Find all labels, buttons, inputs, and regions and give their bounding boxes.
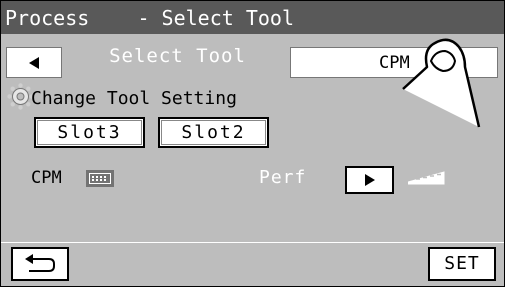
tab-select-tool[interactable]: Select Tool — [71, 34, 284, 80]
perforation-icon — [408, 171, 445, 185]
gear-icon — [7, 83, 34, 110]
perf-label: Perf — [259, 167, 307, 188]
cpm-label: CPM — [31, 168, 62, 188]
tool-select-screen: Process - Select Tool Select Tool CPM Ch… — [0, 0, 505, 287]
pointing-finger-icon — [402, 38, 481, 128]
slot2-button[interactable]: Slot2 — [158, 117, 269, 148]
bottom-divider — [1, 242, 504, 243]
return-arrow-icon — [25, 254, 55, 272]
back-button[interactable] — [11, 247, 69, 281]
triangle-left-icon — [29, 56, 39, 69]
slot3-button[interactable]: Slot3 — [34, 117, 145, 148]
set-button[interactable]: SET — [428, 247, 496, 281]
section-title: Change Tool Setting — [31, 88, 237, 109]
previous-tab-button[interactable] — [6, 47, 62, 78]
page-title: Process - Select Tool — [1, 1, 504, 34]
triangle-right-icon — [364, 174, 375, 186]
perf-setting-button[interactable] — [345, 166, 394, 194]
cpm-mark-icon — [86, 170, 114, 187]
